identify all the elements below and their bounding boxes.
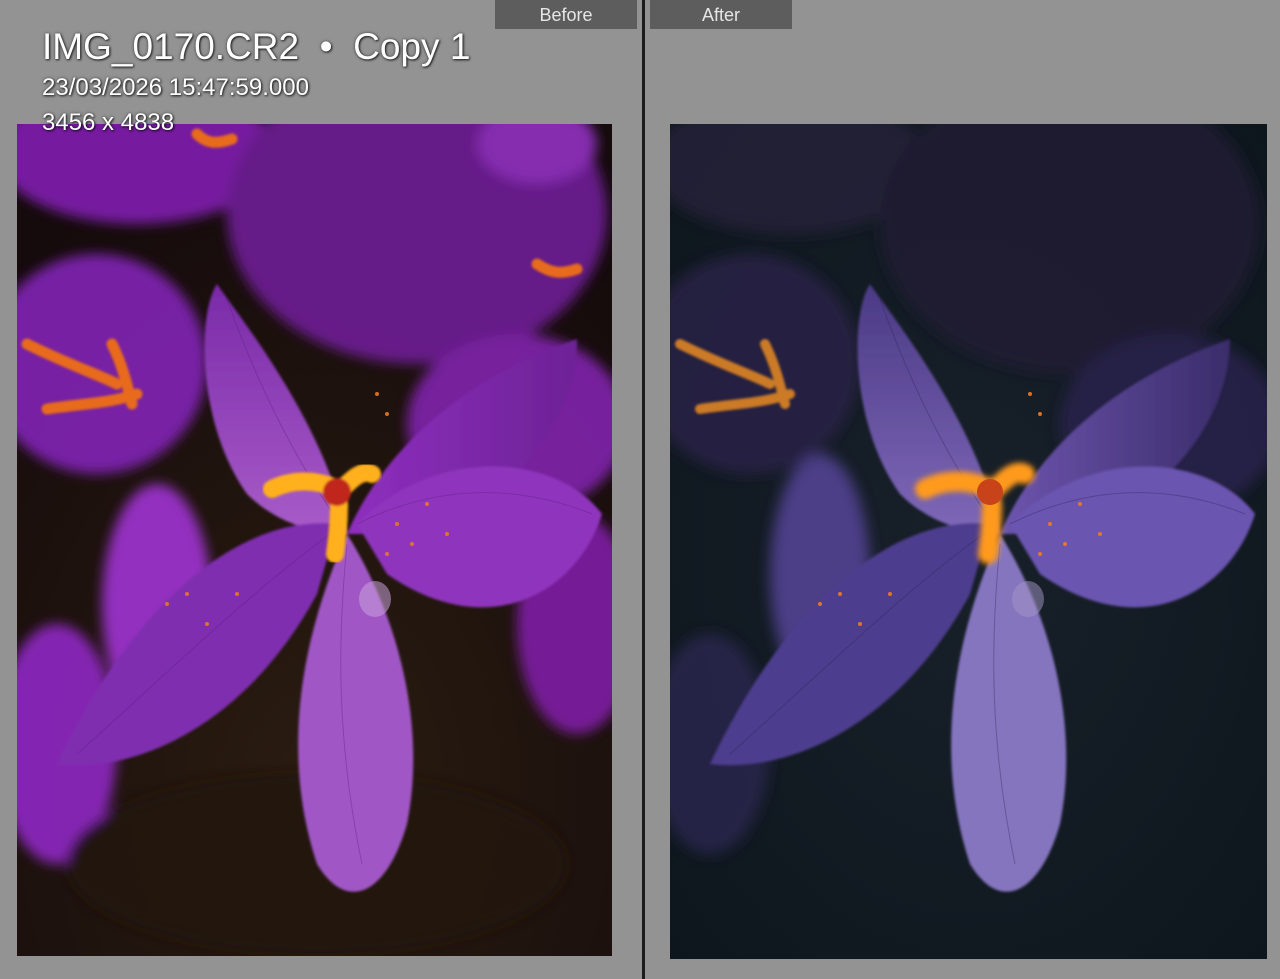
capture-datetime: 23/03/2026 15:47:59.000: [42, 74, 309, 101]
separator-dot: •: [319, 26, 333, 67]
after-photo[interactable]: [670, 124, 1267, 959]
after-tab[interactable]: After: [650, 0, 792, 29]
copy-name: Copy 1: [353, 26, 471, 67]
before-crocus-image: [17, 124, 612, 956]
image-dimensions: 3456 x 4838: [42, 109, 175, 136]
info-title-line: IMG_0170.CR2 • Copy 1: [42, 24, 470, 70]
before-photo[interactable]: [17, 124, 612, 956]
after-pane[interactable]: After: [645, 0, 1280, 979]
photo-info-overlay: IMG_0170.CR2 • Copy 1 23/03/2026 15:47:5…: [42, 24, 470, 140]
after-crocus-image: [670, 124, 1267, 959]
filename: IMG_0170.CR2: [42, 26, 300, 67]
before-tab[interactable]: Before: [495, 0, 637, 29]
before-after-compare-view: Before After IMG_0170.CR2 • Copy 1 23/03…: [0, 0, 1280, 979]
before-pane[interactable]: Before: [0, 0, 642, 979]
